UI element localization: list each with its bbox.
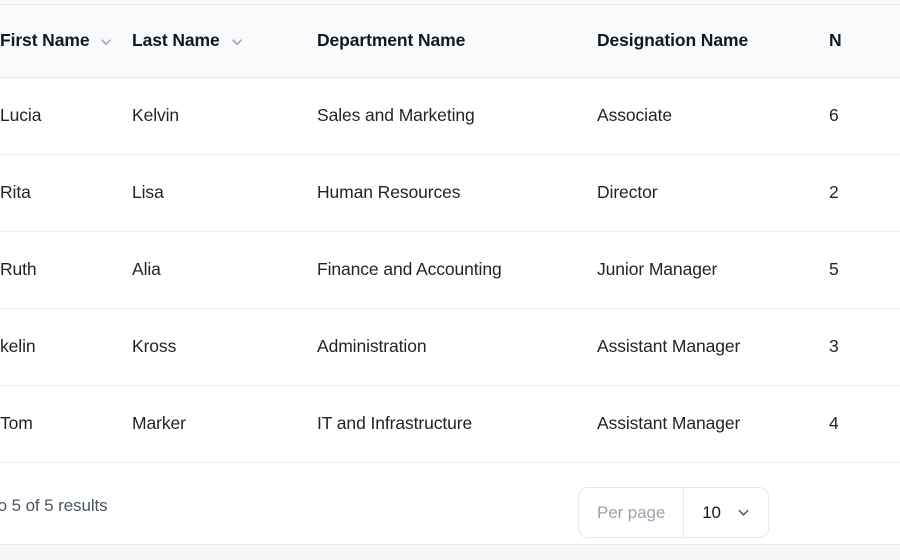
cell-number: 2 — [829, 154, 900, 232]
column-header-first-name[interactable]: First Name — [0, 5, 132, 78]
page-bottom-strip — [0, 546, 900, 560]
table-row[interactable]: Tom Marker IT and Infrastructure Assista… — [0, 385, 900, 463]
cell-designation: Junior Manager — [597, 231, 829, 309]
results-count-text: ing 1 to 5 of 5 results — [0, 496, 108, 515]
table-row[interactable]: Lucia Kelvin Sales and Marketing Associa… — [0, 77, 900, 155]
table-header: First Name Last Name Department Name Des… — [0, 5, 900, 78]
data-table-card: First Name Last Name Department Name Des… — [0, 4, 900, 545]
cell-last-name: Marker — [132, 385, 317, 463]
column-header-label: N — [829, 30, 842, 51]
cell-designation: Assistant Manager — [597, 308, 829, 386]
chevron-down-icon[interactable] — [98, 34, 114, 50]
cell-number: 3 — [829, 308, 900, 386]
per-page-value: 10 — [702, 502, 721, 522]
cell-department: Human Resources — [317, 154, 597, 232]
employees-table: First Name Last Name Department Name Des… — [0, 5, 900, 463]
page-root: First Name Last Name Department Name Des… — [0, 0, 900, 560]
cell-first-name: Tom — [0, 385, 132, 463]
per-page-label: Per page — [597, 502, 666, 522]
cell-number: 5 — [829, 231, 900, 309]
cell-department: Administration — [317, 308, 597, 386]
chevron-down-icon[interactable] — [735, 504, 752, 521]
cell-first-name: Rita — [0, 154, 132, 232]
cell-department: Sales and Marketing — [317, 77, 597, 155]
cell-designation: Director — [597, 154, 829, 232]
cell-last-name: Kelvin — [132, 77, 317, 155]
cell-last-name: Lisa — [132, 154, 317, 232]
cell-last-name: Kross — [132, 308, 317, 386]
cell-designation: Associate — [597, 77, 829, 155]
table-row[interactable]: Rita Lisa Human Resources Director 2 — [0, 154, 900, 232]
table-row[interactable]: kelin Kross Administration Assistant Man… — [0, 308, 900, 386]
table-header-row: First Name Last Name Department Name Des… — [0, 5, 900, 78]
cell-first-name: Ruth — [0, 231, 132, 309]
per-page-selector[interactable]: Per page 10 — [578, 487, 769, 538]
cell-number: 4 — [829, 385, 900, 463]
column-header-number[interactable]: N — [829, 5, 900, 78]
column-header-label: First Name — [0, 30, 90, 51]
cell-department: IT and Infrastructure — [317, 385, 597, 463]
column-header-department-name[interactable]: Department Name — [317, 5, 597, 78]
column-header-label: Designation Name — [597, 30, 749, 51]
cell-number: 6 — [829, 77, 900, 155]
table-body: Lucia Kelvin Sales and Marketing Associa… — [0, 77, 900, 463]
column-header-designation-name[interactable]: Designation Name — [597, 5, 829, 78]
table-footer: ing 1 to 5 of 5 results Per page 10 — [0, 467, 900, 544]
cell-designation: Assistant Manager — [597, 385, 829, 463]
cell-last-name: Alia — [132, 231, 317, 309]
column-header-last-name[interactable]: Last Name — [132, 5, 317, 78]
chevron-down-icon[interactable] — [229, 34, 245, 50]
per-page-dropdown[interactable]: 10 — [683, 488, 768, 537]
column-header-label: Last Name — [132, 30, 220, 51]
table-row[interactable]: Ruth Alia Finance and Accounting Junior … — [0, 231, 900, 309]
cell-first-name: Lucia — [0, 77, 132, 155]
cell-department: Finance and Accounting — [317, 231, 597, 309]
column-header-label: Department Name — [317, 30, 466, 51]
cell-first-name: kelin — [0, 308, 132, 386]
